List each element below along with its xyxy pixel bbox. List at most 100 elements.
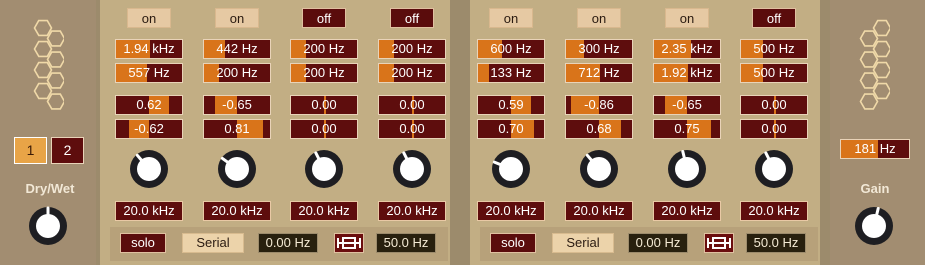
gain-knob[interactable] <box>852 204 896 248</box>
band-toggle-button[interactable]: on <box>577 8 621 28</box>
band-high-frequency-field[interactable]: 500 Hz <box>740 39 808 59</box>
value-text: 0.00 <box>399 97 425 112</box>
band-knob[interactable] <box>665 147 709 191</box>
shift-frequency-field[interactable]: 0.00 Hz <box>258 233 318 253</box>
band-param-b-field[interactable]: 0.70 <box>477 119 545 139</box>
value-text: 500 Hz <box>753 41 795 56</box>
band-knob[interactable] <box>302 147 346 191</box>
value-text: 200 Hz <box>303 41 345 56</box>
serial-mode-button[interactable]: Serial <box>182 233 244 253</box>
band-toggle-button[interactable]: off <box>390 8 434 28</box>
band-toggle-button[interactable]: on <box>215 8 259 28</box>
band-param-b-field[interactable]: -0.62 <box>115 119 183 139</box>
value-text: 300 Hz <box>578 41 620 56</box>
band-knob[interactable] <box>390 147 434 191</box>
band-low-frequency-field[interactable]: 200 Hz <box>290 63 358 83</box>
band-high-frequency-field[interactable]: 1.94 kHz <box>115 39 183 59</box>
band-toggle-button[interactable]: on <box>127 8 171 28</box>
band-cutoff-field[interactable]: 20.0 kHz <box>203 201 271 221</box>
band-low-frequency-field[interactable]: 1.92 kHz <box>653 63 721 83</box>
hexagon-decoration-icon <box>33 19 64 110</box>
band-cutoff-field[interactable]: 20.0 kHz <box>290 201 358 221</box>
value-text: 0.00 <box>311 121 337 136</box>
band-toggle-button[interactable]: on <box>489 8 533 28</box>
value-text: -0.86 <box>584 97 614 112</box>
link-chain-icon <box>337 237 361 249</box>
band-param-a-field[interactable]: -0.86 <box>565 95 633 115</box>
band-param-a-field[interactable]: 0.00 <box>290 95 358 115</box>
band-param-b-field[interactable]: 0.81 <box>203 119 271 139</box>
band-param-b-field[interactable]: 0.00 <box>740 119 808 139</box>
band-param-a-field[interactable]: 0.00 <box>740 95 808 115</box>
value-text: 0.70 <box>498 121 524 136</box>
band-param-a-field[interactable]: -0.65 <box>203 95 271 115</box>
value-text: 0.75 <box>674 121 700 136</box>
band-knob[interactable] <box>127 147 171 191</box>
hexagon-decoration-icon <box>859 19 890 110</box>
band-low-frequency-field[interactable]: 133 Hz <box>477 63 545 83</box>
band-toggle-button[interactable]: on <box>665 8 709 28</box>
value-text: 1.92 kHz <box>661 65 713 80</box>
frequency-value-field[interactable]: 181 Hz <box>840 139 910 159</box>
band-toggle-button[interactable]: off <box>302 8 346 28</box>
value-text: 200 Hz <box>303 65 345 80</box>
band-cutoff-field[interactable]: 20.0 kHz <box>653 201 721 221</box>
value-text: -0.65 <box>222 97 252 112</box>
band-low-frequency-field[interactable]: 500 Hz <box>740 63 808 83</box>
band-knob[interactable] <box>577 147 621 191</box>
band-param-b-field[interactable]: 0.00 <box>378 119 446 139</box>
value-text: 200 Hz <box>391 65 433 80</box>
band-cutoff-field[interactable]: 20.0 kHz <box>740 201 808 221</box>
band-high-frequency-field[interactable]: 600 Hz <box>477 39 545 59</box>
value-text: 712 Hz <box>578 65 620 80</box>
value-text: 500 Hz <box>753 65 795 80</box>
dry-wet-knob[interactable] <box>26 204 70 248</box>
gain-label: Gain <box>860 181 890 196</box>
band-low-frequency-field[interactable]: 200 Hz <box>378 63 446 83</box>
band-high-frequency-field[interactable]: 200 Hz <box>378 39 446 59</box>
band-knob[interactable] <box>752 147 796 191</box>
value-text: 600 Hz <box>490 41 532 56</box>
rate-field[interactable]: 50.0 Hz <box>376 233 436 253</box>
band-param-a-field[interactable]: 0.59 <box>477 95 545 115</box>
value-text: 0.00 <box>761 97 787 112</box>
band-param-b-field[interactable]: 0.00 <box>290 119 358 139</box>
band-cutoff-field[interactable]: 20.0 kHz <box>477 201 545 221</box>
band-knob[interactable] <box>489 147 533 191</box>
band-param-a-field[interactable]: -0.65 <box>653 95 721 115</box>
band-toggle-button[interactable]: off <box>752 8 796 28</box>
link-chain-icon <box>707 237 731 249</box>
value-text: 200 Hz <box>391 41 433 56</box>
preset-tab-1[interactable]: 1 <box>14 137 47 164</box>
band-cutoff-field[interactable]: 20.0 kHz <box>115 201 183 221</box>
rate-field[interactable]: 50.0 Hz <box>746 233 806 253</box>
value-text: 1.94 kHz <box>123 41 175 56</box>
band-high-frequency-field[interactable]: 200 Hz <box>290 39 358 59</box>
value-text: 0.00 <box>761 121 787 136</box>
solo-button[interactable]: solo <box>120 233 166 253</box>
band-low-frequency-field[interactable]: 557 Hz <box>115 63 183 83</box>
band-low-frequency-field[interactable]: 712 Hz <box>565 63 633 83</box>
band-knob[interactable] <box>215 147 259 191</box>
band-low-frequency-field[interactable]: 200 Hz <box>203 63 271 83</box>
value-text: 133 Hz <box>490 65 532 80</box>
band-cutoff-field[interactable]: 20.0 kHz <box>565 201 633 221</box>
value-text: 557 Hz <box>128 65 170 80</box>
band-high-frequency-field[interactable]: 300 Hz <box>565 39 633 59</box>
band-high-frequency-field[interactable]: 442 Hz <box>203 39 271 59</box>
link-chain-icon[interactable] <box>704 233 734 253</box>
band-param-b-field[interactable]: 0.75 <box>653 119 721 139</box>
link-chain-icon[interactable] <box>334 233 364 253</box>
preset-tab-2[interactable]: 2 <box>51 137 84 164</box>
value-text: 200 Hz <box>216 65 258 80</box>
value-text: 0.00 <box>311 97 337 112</box>
band-high-frequency-field[interactable]: 2.35 kHz <box>653 39 721 59</box>
band-param-b-field[interactable]: 0.68 <box>565 119 633 139</box>
value-text: 181 Hz <box>854 141 896 156</box>
band-param-a-field[interactable]: 0.00 <box>378 95 446 115</box>
shift-frequency-field[interactable]: 0.00 Hz <box>628 233 688 253</box>
band-param-a-field[interactable]: 0.62 <box>115 95 183 115</box>
serial-mode-button[interactable]: Serial <box>552 233 614 253</box>
solo-button[interactable]: solo <box>490 233 536 253</box>
band-cutoff-field[interactable]: 20.0 kHz <box>378 201 446 221</box>
